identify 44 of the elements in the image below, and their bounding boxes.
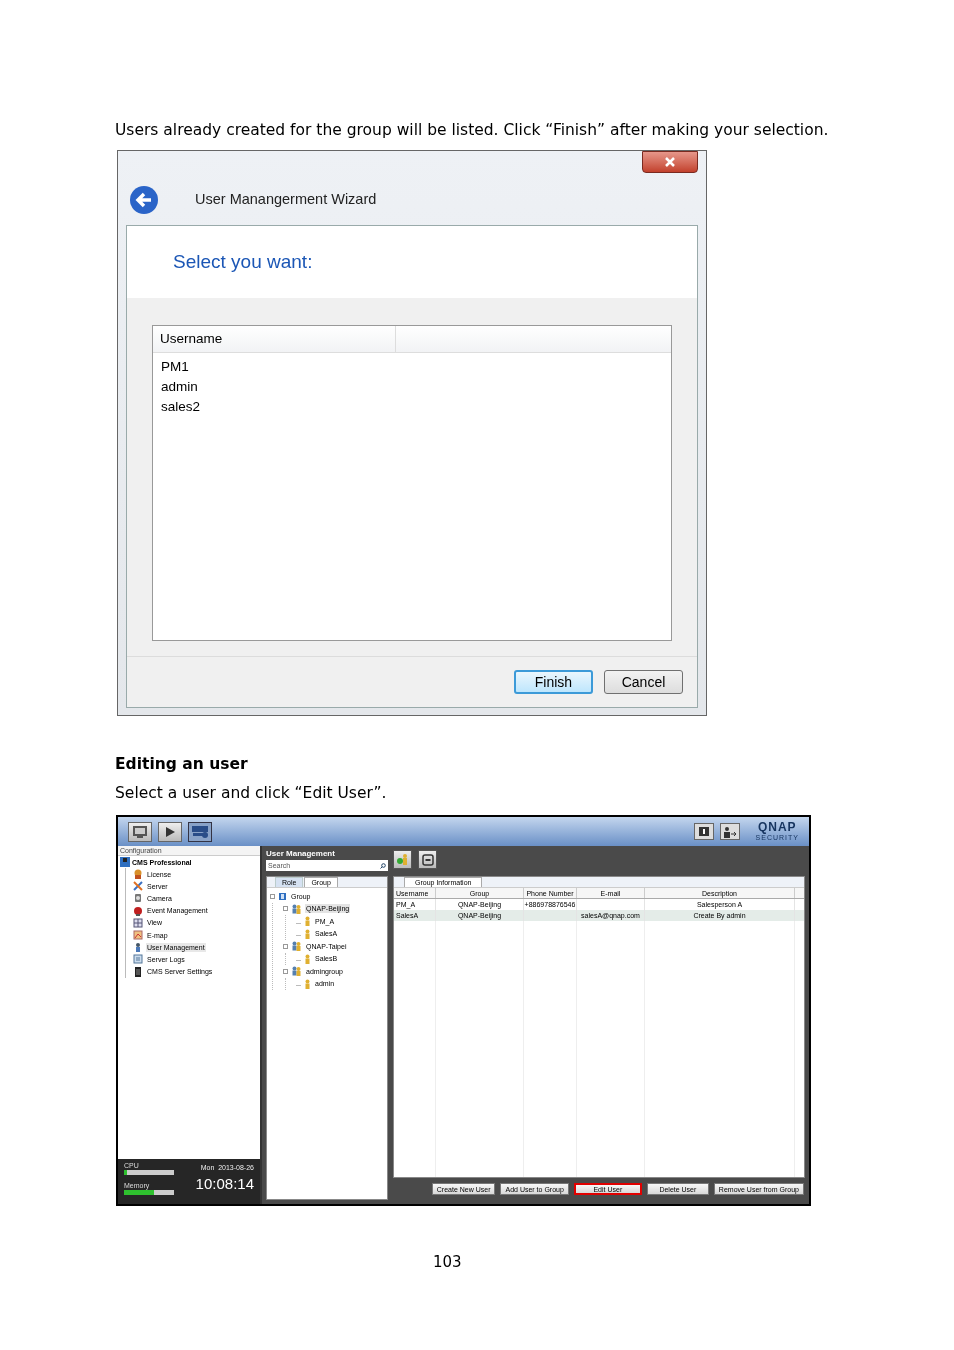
list-item[interactable]: admin <box>153 377 671 397</box>
list-item[interactable]: sales2 <box>153 397 671 417</box>
grid-icon <box>133 917 143 928</box>
minus-icon <box>421 853 434 866</box>
server-icon <box>133 966 143 977</box>
people-icon <box>291 903 302 914</box>
memory-meter <box>124 1190 174 1195</box>
intro-text: Users already created for the group will be listed. Click “Finish” after making your selection. <box>115 120 830 140</box>
mode-button[interactable] <box>158 821 182 842</box>
logo: QNAP <box>757 821 797 834</box>
play-icon <box>164 825 176 838</box>
mode-button[interactable] <box>128 821 152 842</box>
instruction-text: Select a user and click “Edit User”. <box>115 783 388 803</box>
clock-text: 10:08:14 <box>195 1175 254 1193</box>
map-icon <box>133 930 143 941</box>
wizard-heading: Select you want: <box>173 249 313 274</box>
window-title: User Manangerment Wizard <box>195 189 377 209</box>
mode-button[interactable] <box>188 821 212 842</box>
info-icon <box>697 825 710 838</box>
log-icon <box>133 954 143 965</box>
page-number: 103 <box>433 1252 463 1273</box>
search-icon <box>380 862 386 869</box>
person-icon <box>133 942 143 953</box>
person-icon <box>396 853 409 866</box>
cpu-meter <box>124 1170 174 1175</box>
alarm-icon <box>133 905 143 916</box>
logout-button[interactable] <box>719 823 740 840</box>
logout-icon <box>722 825 737 838</box>
people-icon <box>291 966 302 977</box>
people-icon <box>291 941 302 952</box>
close-button[interactable] <box>642 151 698 173</box>
list-item[interactable]: PM1 <box>153 357 671 377</box>
section-heading: Editing an user <box>115 754 249 774</box>
certificate-icon <box>133 869 143 880</box>
close-icon <box>664 157 676 167</box>
person-icon <box>304 978 311 989</box>
dialog-button[interactable]: Cancel <box>604 670 683 694</box>
panel-title: User Management <box>266 848 336 859</box>
add-user-button[interactable] <box>393 850 412 869</box>
remove-button[interactable] <box>418 850 437 869</box>
info-button[interactable] <box>693 823 714 840</box>
camera-icon <box>133 893 143 904</box>
person-icon <box>304 953 311 964</box>
dialog-button[interactable]: Finish <box>514 670 593 694</box>
